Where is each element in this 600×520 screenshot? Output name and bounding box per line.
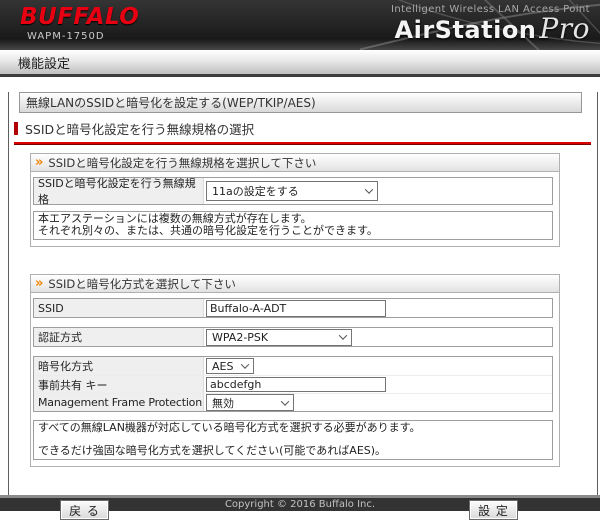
section-band-header-text: SSIDと暗号化設定を行う無線規格を選択して下さい — [48, 155, 316, 171]
mfp-label: Management Frame Protection — [34, 394, 204, 411]
section-encryption-header-text: SSIDと暗号化方式を選択して下さい — [48, 276, 236, 292]
auth-method-select-value: WPA2-PSK — [212, 331, 268, 344]
ssid-label: SSID — [34, 299, 204, 317]
breadcrumb-banner: 無線LANのSSIDと暗号化を設定する(WEP/TKIP/AES) — [19, 92, 582, 113]
radio-band-select-value: 11aの設定をする — [212, 183, 299, 199]
encryption-label: 暗号化方式 — [34, 357, 204, 375]
section-marker-icon: » — [35, 158, 41, 168]
airstation-pro-logo: AirStationPro — [391, 15, 590, 44]
encryption-select-value: AES — [212, 360, 233, 373]
section-marker-icon: » — [35, 279, 41, 289]
band-note-line2: それぞれ別々の、または、共通の暗号化設定を行うことができます。 — [38, 225, 548, 237]
top-header: BUFFALO WAPM-1750D Intelligent Wireless … — [0, 0, 600, 50]
encryption-note-line2: できるだけ強固な暗号化方式を選択してください(可能であればAES)。 — [38, 445, 548, 457]
content-area: 無線LANのSSIDと暗号化を設定する(WEP/TKIP/AES) SSIDと暗… — [8, 92, 598, 495]
chevron-down-icon — [339, 331, 347, 339]
psk-row: 事前共有 キー — [34, 375, 552, 393]
band-note-box: 本エアステーションには複数の無線方式が存在します。 それぞれ別々の、または、共通… — [33, 211, 553, 240]
buffalo-logo: BUFFALO — [20, 5, 139, 29]
back-button[interactable]: 戻 る — [60, 500, 109, 520]
chevron-down-icon — [281, 397, 289, 405]
band-row: SSIDと暗号化設定を行う無線規格 11aの設定をする — [33, 177, 553, 205]
breadcrumb-text: 無線LANのSSIDと暗号化を設定する(WEP/TKIP/AES) — [26, 94, 316, 111]
encryption-select[interactable]: AES — [206, 358, 254, 374]
band-row-label: SSIDと暗号化設定を行う無線規格 — [34, 178, 204, 204]
mfp-row: Management Frame Protection 無効 — [34, 393, 552, 411]
chevron-down-icon — [365, 185, 373, 193]
radio-band-select[interactable]: 11aの設定をする — [206, 181, 378, 201]
chevron-down-icon — [241, 360, 249, 368]
section-encryption-header: » SSIDと暗号化方式を選択して下さい — [31, 275, 559, 293]
ssid-input[interactable] — [206, 300, 386, 317]
section-band-header: » SSIDと暗号化設定を行う無線規格を選択して下さい — [31, 154, 559, 172]
submit-button[interactable]: 設 定 — [469, 500, 518, 520]
encryption-settings-group: 暗号化方式 AES 事前共有 キー Management Fra — [33, 356, 553, 412]
encryption-note-line1: すべての無線LAN機器が対応している暗号化方式を選択する必要があります。 — [38, 422, 548, 434]
title-accent-bar — [14, 122, 18, 135]
pro-suffix: Pro — [536, 12, 590, 45]
mfp-select-value: 無効 — [212, 395, 234, 411]
auth-row: 認証方式 WPA2-PSK — [33, 327, 553, 347]
auth-method-select[interactable]: WPA2-PSK — [206, 329, 352, 346]
psk-label: 事前共有 キー — [34, 376, 204, 393]
ssid-row: SSID — [33, 298, 553, 318]
page-title: SSIDと暗号化設定を行う無線規格の選択 — [25, 119, 254, 138]
mfp-select[interactable]: 無効 — [206, 394, 294, 411]
section-band-select: » SSIDと暗号化設定を行う無線規格を選択して下さい SSIDと暗号化設定を行… — [30, 153, 560, 247]
psk-input[interactable] — [206, 377, 386, 392]
menu-bar-title: 機能設定 — [18, 53, 70, 72]
section-encryption: » SSIDと暗号化方式を選択して下さい SSID 認証方式 WPA2-PSK — [30, 274, 560, 467]
menu-bar: 機能設定 — [0, 50, 600, 77]
encryption-note-box: すべての無線LAN機器が対応している暗号化方式を選択する必要があります。 できる… — [33, 420, 553, 460]
auth-label: 認証方式 — [34, 328, 204, 346]
encryption-row: 暗号化方式 AES — [34, 357, 552, 375]
model-label: WAPM-1750D — [27, 31, 139, 42]
title-underline-shadow — [14, 144, 591, 145]
